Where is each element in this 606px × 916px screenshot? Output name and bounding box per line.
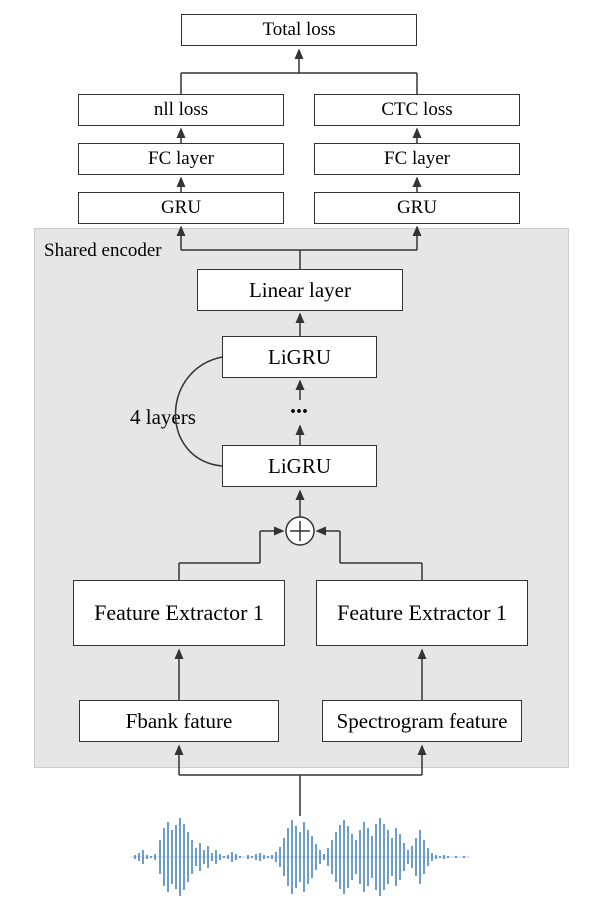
spectrogram-box: Spectrogram feature [322,700,522,742]
feature-extractor-left: Feature Extractor 1 [73,580,285,646]
gru-right-box: GRU [314,192,520,224]
gru-left-box: GRU [78,192,284,224]
fc-right-box: FC layer [314,143,520,175]
gru-left-text: GRU [161,197,201,219]
fbank-text: Fbank fature [126,709,233,734]
layers-note: 4 layers [130,405,196,430]
ctc-loss-box: CTC loss [314,94,520,126]
total-loss-text: Total loss [262,19,335,41]
ctc-loss-text: CTC loss [381,99,452,121]
waveform-icon [130,810,470,905]
spectrogram-text: Spectrogram feature [337,709,508,734]
gru-right-text: GRU [397,197,437,219]
ligru-top-text: LiGRU [268,345,331,370]
ligru-bottom-text: LiGRU [268,454,331,479]
fc-right-text: FC layer [384,148,450,170]
dots: ... [290,393,308,420]
feature-extractor-left-text: Feature Extractor 1 [94,600,264,626]
linear-layer-text: Linear layer [249,278,351,303]
fbank-box: Fbank fature [79,700,279,742]
feature-extractor-right: Feature Extractor 1 [316,580,528,646]
linear-layer-box: Linear layer [197,269,403,311]
total-loss-box: Total loss [181,14,417,46]
ligru-bottom-box: LiGRU [222,445,377,487]
nll-loss-text: nll loss [154,99,208,121]
ligru-top-box: LiGRU [222,336,377,378]
fc-left-text: FC layer [148,148,214,170]
nll-loss-box: nll loss [78,94,284,126]
fc-left-box: FC layer [78,143,284,175]
feature-extractor-right-text: Feature Extractor 1 [337,600,507,626]
shared-encoder-label: Shared encoder [44,240,162,262]
